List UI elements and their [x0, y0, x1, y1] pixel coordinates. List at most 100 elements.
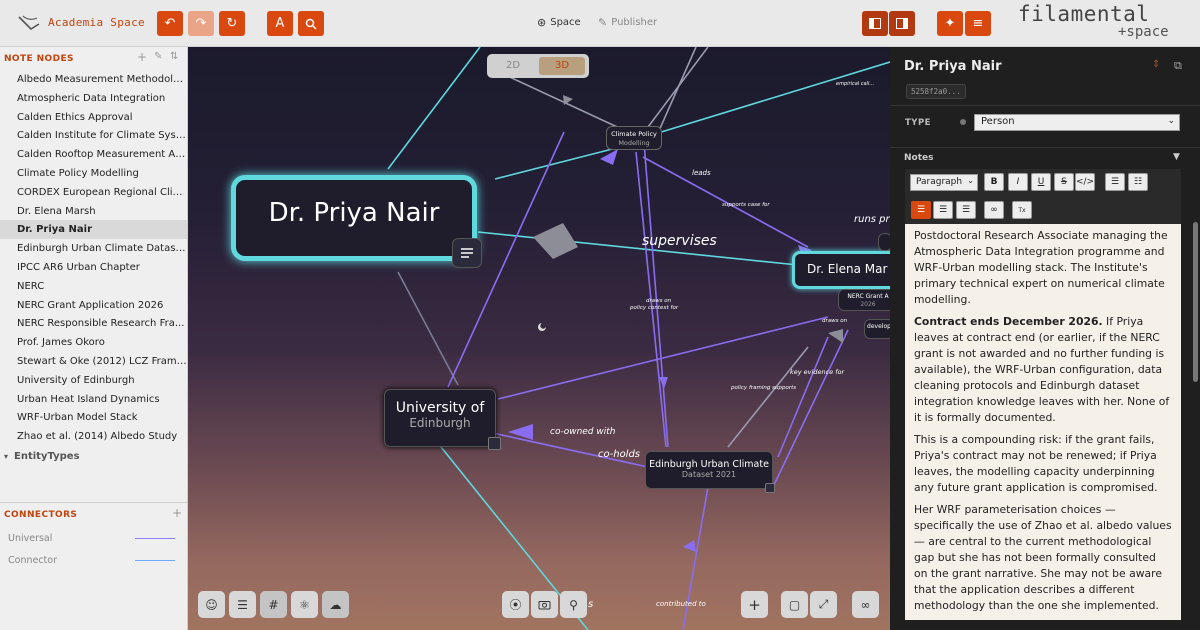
menu-button[interactable]: ≡ — [965, 11, 991, 36]
sort-icon[interactable]: ⇅ — [170, 51, 178, 62]
node-priya-nair[interactable]: Dr. Priya Nair — [231, 175, 477, 261]
sidebar-node-item[interactable]: Climate Policy Modelling — [0, 164, 187, 183]
toggle-right-panel-button[interactable] — [889, 11, 915, 36]
brain-button[interactable]: ☁ — [322, 591, 349, 618]
numbered-list-button[interactable]: ☷ — [1128, 173, 1148, 191]
chevron-down-icon: ⌄ — [967, 176, 974, 185]
edge-label-contributed-to: contributed to — [656, 600, 706, 608]
code-icon: </> — [1075, 177, 1095, 187]
bold-button[interactable]: B — [984, 173, 1004, 191]
sidebar-node-item[interactable]: Calden Institute for Climate Syst... — [0, 126, 187, 145]
infinity-button[interactable]: ∞ — [852, 591, 879, 618]
sidebar-node-item[interactable]: NERC Grant Application 2026 — [0, 296, 187, 315]
sidebar-node-item[interactable]: Edinburgh Urban Climate Datase... — [0, 239, 187, 258]
panel-scrollbar[interactable] — [1193, 222, 1198, 382]
pin-button[interactable]: ⚲ — [560, 591, 587, 618]
node-elena-marsh[interactable]: Dr. Elena Mar — [792, 251, 890, 289]
connector-connector-label[interactable]: Connector — [8, 555, 57, 566]
node-university-of-edinburgh[interactable]: University of Edinburgh — [384, 389, 496, 447]
right-panel-icon — [896, 18, 908, 29]
grid-button[interactable]: # — [260, 591, 287, 618]
reorder-icon[interactable]: ⇕ — [1152, 59, 1160, 70]
node-nerc-grant[interactable]: NERC Grant A 2026 — [838, 289, 890, 311]
refresh-button[interactable]: ↻ — [219, 11, 245, 36]
note-icon[interactable] — [452, 238, 482, 268]
bullet-list-button[interactable]: ☰ — [1105, 173, 1125, 191]
node-climate-policy-modelling[interactable]: Climate Policy Modelling — [606, 126, 662, 150]
sidebar-node-item[interactable]: Dr. Priya Nair — [0, 220, 187, 240]
undo-button[interactable]: ↶ — [157, 11, 183, 36]
sidebar-node-item[interactable]: IPCC AR6 Urban Chapter — [0, 258, 187, 277]
edge-label-co-holds: co-holds — [598, 449, 641, 460]
italic-button[interactable]: I — [1008, 173, 1028, 191]
strikethrough-button[interactable]: S — [1054, 173, 1074, 191]
toggle-2d-button[interactable]: 2D — [491, 57, 535, 75]
type-select[interactable]: Person ⌄ — [974, 114, 1180, 131]
sidebar-node-item[interactable]: NERC — [0, 277, 187, 296]
toggle-left-panel-button[interactable] — [862, 11, 888, 36]
type-dot-icon — [960, 119, 966, 125]
align-left-button[interactable]: ☰ — [911, 201, 931, 219]
draw-edge-button[interactable]: ⤢ — [810, 591, 837, 618]
refresh-icon: ↻ — [226, 16, 238, 31]
notes-label: Notes — [904, 153, 934, 163]
new-note-button[interactable]: ▢ — [781, 591, 808, 618]
alien-icon: ☺ — [205, 597, 218, 612]
toggle-3d-button[interactable]: 3D — [539, 57, 585, 75]
sidebar-node-item[interactable]: Stewart & Oke (2012) LCZ Frame... — [0, 352, 187, 371]
fingerprint-button[interactable]: ⦿ — [502, 591, 529, 618]
sidebar-node-item[interactable]: Atmospheric Data Integration — [0, 89, 187, 108]
edit-icon[interactable]: ✎ — [154, 51, 162, 62]
align-left-icon: ☰ — [916, 205, 926, 215]
left-panel-icon — [869, 18, 881, 29]
link-button[interactable]: ∞ — [984, 201, 1004, 219]
sidebar-node-item[interactable]: University of Edinburgh — [0, 371, 187, 390]
sidebar-node-item[interactable]: Zhao et al. (2014) Albedo Study — [0, 427, 187, 446]
camera-button[interactable] — [531, 591, 558, 618]
chevron-down-icon: ▾ — [4, 452, 9, 461]
graph-canvas[interactable]: 2D 3D Dr. Priya Nair Dr. Elena Mar NERC … — [188, 47, 890, 630]
pen-icon: ✎ — [598, 16, 608, 29]
sidebar-node-item[interactable]: Dr. Elena Marsh — [0, 202, 187, 221]
sidebar-node-item[interactable]: Calden Ethics Approval — [0, 108, 187, 127]
align-center-button[interactable]: ☰ — [933, 201, 953, 219]
add-node-icon[interactable]: + — [137, 50, 147, 64]
sidebar-node-item[interactable]: Calden Rooftop Measurement Ar... — [0, 145, 187, 164]
align-button[interactable]: ☰ — [229, 591, 256, 618]
search-button[interactable] — [298, 11, 324, 36]
collapse-notes-icon[interactable]: ▼ — [1173, 152, 1180, 162]
sidebar-node-item[interactable]: Urban Heat Island Dynamics — [0, 390, 187, 409]
node-edinburgh-urban-climate-dataset[interactable]: Edinburgh Urban Climate Dataset 2021 — [645, 451, 773, 489]
brand-logo-sub: +space — [1118, 24, 1169, 40]
code-button[interactable]: </> — [1075, 173, 1095, 191]
sidebar-node-item[interactable]: Albedo Measurement Methodolo... — [0, 70, 187, 89]
node-cordex[interactable] — [878, 233, 890, 251]
connector-universal-label[interactable]: Universal — [8, 533, 52, 544]
sidebar-node-item[interactable]: WRF-Urban Model Stack — [0, 408, 187, 427]
note-icon[interactable] — [765, 483, 775, 493]
text-style-button[interactable]: A — [267, 11, 293, 36]
entity-types-toggle[interactable]: ▾ EntityTypes — [4, 451, 80, 462]
canvas-add-button[interactable]: + — [741, 591, 768, 618]
clear-format-button[interactable]: Tx — [1012, 201, 1032, 219]
bold-icon: B — [990, 177, 998, 187]
tab-space[interactable]: ⊛ Space — [537, 16, 581, 29]
open-external-icon[interactable]: ⧉ — [1174, 59, 1182, 73]
node-develop[interactable]: develop — [864, 319, 890, 339]
add-connector-icon[interactable]: + — [172, 506, 182, 520]
redo-button[interactable]: ↷ — [188, 11, 214, 36]
tab-publisher[interactable]: ✎ Publisher — [598, 16, 657, 29]
atom-button[interactable]: ⚛ — [291, 591, 318, 618]
sidebar-node-item[interactable]: Prof. James Okoro — [0, 333, 187, 352]
sidebar-node-item[interactable]: CORDEX European Regional Clim... — [0, 183, 187, 202]
align-right-icon: ☰ — [961, 205, 971, 215]
align-right-button[interactable]: ☰ — [956, 201, 976, 219]
sidebar-node-item[interactable]: NERC Responsible Research Fra... — [0, 314, 187, 333]
alien-button[interactable]: ☺ — [198, 591, 225, 618]
note-icon[interactable] — [488, 437, 501, 450]
format-select[interactable]: Paragraph ⌄ — [910, 174, 978, 191]
node-label: University of — [395, 400, 485, 416]
underline-button[interactable]: U — [1031, 173, 1051, 191]
add-node-button[interactable]: ✦ — [937, 11, 963, 36]
notes-editor[interactable]: Postdoctoral Research Associate managing… — [905, 224, 1181, 620]
